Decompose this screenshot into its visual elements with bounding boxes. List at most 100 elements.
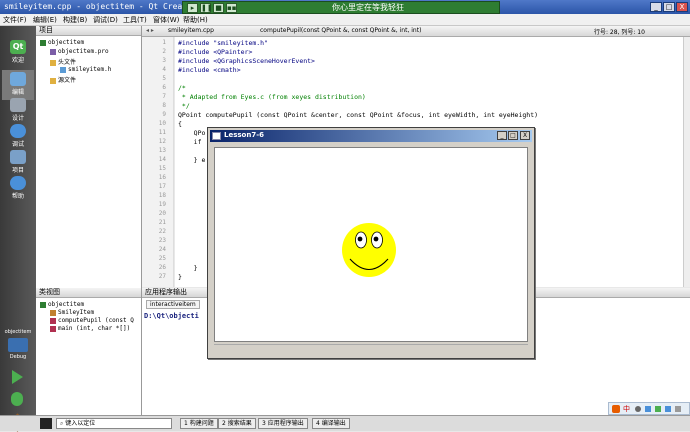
line-number: 25 bbox=[158, 255, 166, 262]
app-minimize-button[interactable]: _ bbox=[497, 131, 507, 140]
app-maximize-button[interactable]: □ bbox=[508, 131, 518, 140]
tools-icon[interactable] bbox=[675, 406, 681, 412]
settings-icon[interactable] bbox=[665, 406, 671, 412]
graphics-view[interactable] bbox=[214, 147, 528, 342]
symbol-icon bbox=[50, 325, 56, 332]
class-tree-item[interactable]: objectitem bbox=[40, 301, 84, 308]
smiley-head[interactable] bbox=[342, 223, 396, 277]
file-icon bbox=[60, 66, 66, 73]
output-pane-compile-output[interactable]: 4 编译输出 bbox=[312, 418, 350, 429]
graphics-view-scrollbar[interactable] bbox=[214, 344, 528, 351]
lang-icon[interactable]: 中 bbox=[623, 404, 630, 414]
symbol-icon bbox=[50, 317, 56, 324]
line-number: 16 bbox=[158, 174, 166, 181]
next-button[interactable]: ▪▪ bbox=[226, 3, 237, 13]
menu-help[interactable]: 帮助(H) bbox=[183, 15, 208, 25]
output-pane-search-results[interactable]: 2 搜索结果 bbox=[218, 418, 256, 429]
menu-build[interactable]: 构建(B) bbox=[63, 15, 87, 25]
menu-debug[interactable]: 调试(D) bbox=[93, 15, 118, 25]
tree-item-label: 头文件 bbox=[58, 59, 77, 66]
kit-project[interactable]: objectitem bbox=[2, 329, 34, 335]
code-line: } e bbox=[178, 156, 206, 164]
class-tree-item[interactable]: main (int, char *[]) bbox=[50, 325, 130, 332]
app-window-lesson[interactable]: Lesson7-6 _ □ X bbox=[207, 127, 535, 359]
tree-item[interactable]: 源文件 bbox=[50, 75, 76, 84]
close-button[interactable]: X bbox=[676, 2, 688, 12]
tree-item-label: objectitem.pro bbox=[58, 48, 109, 55]
class-tree-label: computePupil (const Q bbox=[58, 317, 134, 324]
projects-icon bbox=[10, 150, 26, 164]
app-window-title-bar[interactable]: Lesson7-6 _ □ X bbox=[210, 130, 532, 142]
output-pane-app-output[interactable]: 3 应用程序输出 bbox=[258, 418, 308, 429]
help-icon bbox=[10, 176, 26, 190]
run-icon[interactable] bbox=[12, 370, 23, 384]
mode-label: 欢迎 bbox=[11, 57, 24, 64]
editor-scrollbar[interactable] bbox=[683, 37, 690, 287]
line-number: 13 bbox=[158, 147, 166, 154]
tree-item-label: objectitem bbox=[48, 39, 85, 46]
tree-item[interactable]: objectitem.pro bbox=[50, 48, 109, 55]
line-number: 6 bbox=[162, 84, 166, 91]
code-line: QPo bbox=[178, 129, 206, 137]
punct-icon[interactable] bbox=[645, 406, 651, 412]
line-number: 27 bbox=[158, 273, 166, 280]
stop-button[interactable]: ■ bbox=[213, 3, 224, 13]
tree-item[interactable]: objectitem bbox=[40, 39, 84, 46]
mode-help[interactable]: 帮助 bbox=[2, 174, 34, 204]
class-view-panel: 类视图 objectitem SmileyItem computePupil (co… bbox=[36, 288, 142, 415]
file-icon bbox=[50, 59, 56, 66]
project-panel-header: 项目 bbox=[36, 26, 141, 36]
line-number: 2 bbox=[162, 48, 166, 55]
output-tab[interactable]: interactiveitem bbox=[146, 300, 200, 309]
line-number: 8 bbox=[162, 102, 166, 109]
app-close-button[interactable]: X bbox=[520, 131, 530, 140]
pause-button[interactable]: ❚❚ bbox=[200, 3, 213, 13]
mode-label: 调试 bbox=[11, 141, 24, 148]
line-number: 17 bbox=[158, 183, 166, 190]
maximize-button[interactable]: □ bbox=[663, 2, 675, 12]
output-text: D:\Qt\objecti bbox=[144, 312, 199, 320]
menu-edit[interactable]: 编辑(E) bbox=[33, 15, 57, 25]
debug-run-icon[interactable] bbox=[11, 392, 23, 406]
ime-icon[interactable] bbox=[612, 405, 620, 413]
symbol-icon bbox=[50, 309, 56, 316]
editor-toolbar: ◂ ▸ smileyitem.cpp computePupil(const QP… bbox=[142, 26, 690, 37]
tree-item[interactable]: 头文件 bbox=[50, 57, 76, 66]
window-title: smileyitem.cpp - objectitem - Qt Creator bbox=[4, 2, 197, 11]
class-tree-item[interactable]: SmileyItem bbox=[50, 309, 94, 316]
menu-bar: 文件(F) 编辑(E) 构建(B) 调试(D) 工具(T) 窗体(W) 帮助(H… bbox=[0, 14, 690, 26]
project-panel: 项目 objectitem objectitem.pro 头文件 smileyitem… bbox=[36, 26, 142, 288]
line-number: 4 bbox=[162, 66, 166, 73]
menu-window[interactable]: 窗体(W) bbox=[153, 15, 179, 25]
class-tree-item[interactable]: computePupil (const Q bbox=[50, 317, 134, 324]
minimize-button[interactable]: _ bbox=[650, 2, 662, 12]
smiley-face[interactable] bbox=[215, 148, 527, 341]
current-file[interactable]: smileyitem.cpp bbox=[168, 27, 214, 34]
code-line: * Adapted from Eyes.c (from xeyes distri… bbox=[178, 93, 366, 101]
moon-icon[interactable] bbox=[635, 406, 641, 412]
line-number: 1 bbox=[162, 39, 166, 46]
nav-arrows-icon[interactable]: ◂ ▸ bbox=[146, 27, 154, 34]
file-icon bbox=[50, 77, 56, 84]
tree-item[interactable]: smileyitem.h bbox=[60, 66, 111, 73]
monitor-icon bbox=[8, 338, 28, 352]
kit-build: Debug bbox=[9, 354, 27, 360]
mode-welcome[interactable]: Qt 欢迎 bbox=[2, 38, 34, 68]
menu-file[interactable]: 文件(F) bbox=[3, 15, 27, 25]
file-icon bbox=[40, 39, 46, 46]
app-window-title: Lesson7-6 bbox=[224, 131, 264, 139]
code-line: */ bbox=[178, 102, 190, 110]
keyboard-icon[interactable] bbox=[655, 406, 661, 412]
class-tree-label: objectitem bbox=[48, 301, 85, 308]
output-pane-build-issues[interactable]: 1 构建问题 bbox=[180, 418, 218, 429]
sidebar-toggle-icon[interactable] bbox=[40, 418, 52, 429]
app-window-icon bbox=[212, 132, 221, 140]
play-button[interactable]: ▸ bbox=[187, 3, 198, 13]
menu-tools[interactable]: 工具(T) bbox=[123, 15, 147, 25]
locator-input[interactable]: ⌕ 键入以定位 bbox=[56, 418, 172, 429]
music-player: ▸ ❚❚ ■ ▪▪ 你心里定在等我轻狂 bbox=[182, 1, 500, 14]
file-icon bbox=[50, 48, 56, 55]
function-selector[interactable]: computePupil(const QPoint &, const QPoin… bbox=[260, 27, 421, 34]
code-line: #include "smileyitem.h" bbox=[178, 39, 269, 47]
design-icon bbox=[10, 98, 26, 112]
